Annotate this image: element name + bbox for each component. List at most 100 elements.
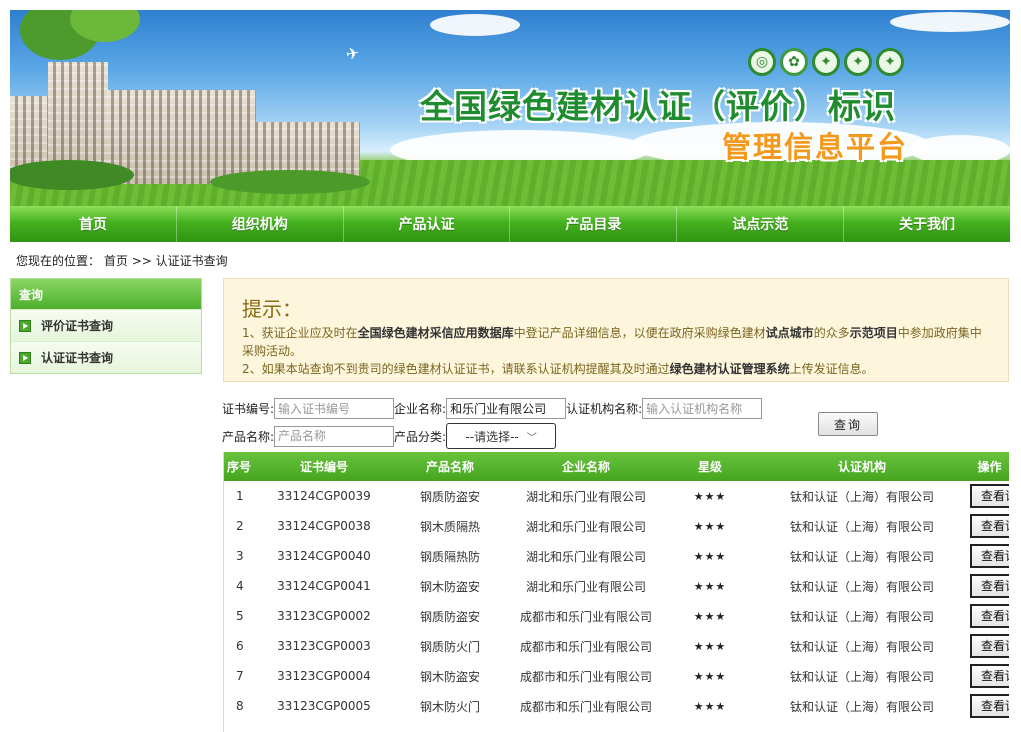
cell-org: 钛和认证（上海）有限公司 bbox=[789, 489, 934, 504]
main-nav: 首页 组织机构 产品认证 产品目录 试点示范 关于我们 bbox=[10, 206, 1010, 242]
cell-org: 钛和认证（上海）有限公司 bbox=[789, 669, 934, 684]
logo-group: ◎ ✿ ✦ ✦ ✦ bbox=[748, 48, 904, 76]
column-header-org: 认证机构 bbox=[837, 460, 886, 474]
table-header-row: 序号 证书编号 产品名称 企业名称 星级 认证机构 操作 bbox=[224, 452, 1009, 481]
cert-org-input[interactable] bbox=[642, 398, 763, 419]
search-form: 证书编号: 企业名称: 认证机构名称: 产品名称: 产品分类: --请选择-- … bbox=[222, 398, 1012, 450]
table-row: 3 33124CGP0040 钢质隔热防 湖北和乐门业有限公司 ★★★ 钛和认证… bbox=[224, 541, 1009, 571]
seal-logo-icon: ✦ bbox=[812, 48, 840, 76]
cell-company: 成都市和乐门业有限公司 bbox=[519, 609, 652, 624]
column-header-action: 操作 bbox=[977, 460, 1002, 474]
cgbmc-logo-icon: ◎ bbox=[748, 48, 776, 76]
company-label: 企业名称: bbox=[394, 402, 447, 416]
cell-company: 成都市和乐门业有限公司 bbox=[519, 669, 652, 684]
breadcrumb-separator: >> bbox=[131, 254, 152, 268]
cell-cert-no: 33123CGP0002 bbox=[277, 609, 371, 623]
cell-index: 7 bbox=[236, 669, 244, 683]
cell-index: 1 bbox=[236, 489, 244, 503]
cell-stars: ★★★ bbox=[693, 699, 727, 713]
table-row: 7 33123CGP0004 钢木防盗安 成都市和乐门业有限公司 ★★★ 钛和认… bbox=[224, 661, 1009, 691]
cell-stars: ★★★ bbox=[693, 549, 727, 563]
cell-org: 钛和认证（上海）有限公司 bbox=[789, 549, 934, 564]
cell-cert-no: 33124CGP0038 bbox=[277, 519, 371, 533]
results-table: 序号 证书编号 产品名称 企业名称 星级 认证机构 操作 1 33124CGP0… bbox=[223, 452, 1009, 732]
cell-cert-no: 33123CGP0004 bbox=[277, 669, 371, 683]
cell-index: 4 bbox=[236, 579, 244, 593]
cell-product: 钢质防火门 bbox=[419, 639, 480, 654]
seal-logo-icon: ✦ bbox=[844, 48, 872, 76]
nav-item-home[interactable]: 首页 bbox=[10, 206, 177, 242]
product-name-input[interactable] bbox=[274, 425, 395, 447]
cell-org: 钛和认证（上海）有限公司 bbox=[789, 609, 934, 624]
cell-company: 湖北和乐门业有限公司 bbox=[525, 549, 646, 564]
cell-cert-no: 33123CGP0005 bbox=[277, 699, 371, 713]
cell-index: 6 bbox=[236, 639, 244, 653]
cell-product: 钢木防盗安 bbox=[419, 669, 480, 684]
breadcrumb-current: 认证证书查询 bbox=[155, 254, 228, 268]
column-header-product: 产品名称 bbox=[425, 460, 474, 474]
nav-item-product-catalog[interactable]: 产品目录 bbox=[510, 206, 678, 242]
sidebar: 查询 评价证书查询 认证证书查询 bbox=[10, 278, 202, 374]
play-arrow-icon bbox=[19, 351, 31, 364]
table-row: 4 33124CGP0041 钢木防盗安 湖北和乐门业有限公司 ★★★ 钛和认证… bbox=[224, 571, 1009, 601]
view-details-button[interactable]: 查看详情 bbox=[970, 484, 1009, 508]
play-arrow-icon bbox=[19, 319, 31, 332]
nav-item-product-certification[interactable]: 产品认证 bbox=[344, 206, 511, 242]
cell-product: 钢木质隔热 bbox=[419, 519, 480, 534]
view-details-button[interactable]: 查看详情 bbox=[970, 514, 1009, 538]
cell-company: 湖北和乐门业有限公司 bbox=[525, 579, 646, 594]
cell-cert-no: 33124CGP0041 bbox=[277, 579, 371, 593]
search-button[interactable]: 查询 bbox=[818, 412, 878, 436]
search-row-1: 证书编号: 企业名称: 认证机构名称: bbox=[222, 398, 763, 419]
cell-cert-no: 33123CGP0003 bbox=[277, 639, 371, 653]
nav-item-organization[interactable]: 组织机构 bbox=[177, 206, 344, 242]
view-details-button[interactable]: 查看详情 bbox=[970, 574, 1009, 598]
view-details-button[interactable]: 查看详情 bbox=[970, 604, 1009, 628]
cell-product: 钢木防盗安 bbox=[419, 579, 480, 594]
cell-stars: ★★★ bbox=[693, 489, 727, 503]
column-header-company: 企业名称 bbox=[561, 460, 610, 474]
cell-cert-no: 33124CGP0040 bbox=[277, 549, 371, 563]
view-details-button[interactable]: 查看详情 bbox=[970, 664, 1009, 688]
cell-index: 8 bbox=[236, 699, 244, 713]
sidebar-item-evaluation-query[interactable]: 评价证书查询 bbox=[11, 309, 201, 341]
nav-item-about-us[interactable]: 关于我们 bbox=[844, 206, 1010, 242]
table-row: 5 33123CGP0002 钢质防盗安 成都市和乐门业有限公司 ★★★ 钛和认… bbox=[224, 601, 1009, 631]
sidebar-item-certification-query[interactable]: 认证证书查询 bbox=[11, 341, 201, 373]
view-details-button[interactable]: 查看详情 bbox=[970, 694, 1009, 718]
cell-org: 钛和认证（上海）有限公司 bbox=[789, 519, 934, 534]
cell-stars: ★★★ bbox=[693, 519, 727, 533]
site-title: 全国绿色建材认证（评价）标识 bbox=[420, 87, 896, 126]
cert-no-input[interactable] bbox=[274, 398, 395, 419]
category-selected-value: --请选择-- bbox=[465, 429, 519, 444]
star-logo-icon: ✿ bbox=[780, 48, 808, 76]
cell-org: 钛和认证（上海）有限公司 bbox=[789, 699, 934, 714]
nav-item-pilot-demo[interactable]: 试点示范 bbox=[677, 206, 845, 242]
cell-company: 湖北和乐门业有限公司 bbox=[525, 519, 646, 534]
company-input[interactable] bbox=[446, 398, 567, 419]
cell-company: 成都市和乐门业有限公司 bbox=[519, 639, 652, 654]
category-select[interactable]: --请选择-- ﹀ bbox=[446, 423, 557, 449]
header-banner: ✈ ◎ ✿ ✦ ✦ ✦ 全国绿色建材认证（评价）标识 管理信息平台 bbox=[10, 10, 1010, 206]
table-row: 8 33123CGP0005 钢木防火门 成都市和乐门业有限公司 ★★★ 钛和认… bbox=[224, 691, 1009, 721]
breadcrumb-home-link[interactable]: 首页 bbox=[104, 254, 128, 268]
shrub bbox=[10, 160, 134, 190]
notice-panel: 提示： 1、获证企业应及时在全国绿色建材采信应用数据库中登记产品详细信息，以便在… bbox=[223, 278, 1009, 382]
breadcrumb-prefix: 您现在的位置： bbox=[16, 254, 101, 268]
cell-index: 5 bbox=[236, 609, 244, 623]
cell-stars: ★★★ bbox=[693, 669, 727, 683]
column-header-stars: 星级 bbox=[697, 460, 722, 474]
view-details-button[interactable]: 查看详情 bbox=[970, 544, 1009, 568]
cell-index: 3 bbox=[236, 549, 244, 563]
cloud-decoration bbox=[430, 14, 520, 36]
sidebar-item-label: 认证证书查询 bbox=[41, 351, 114, 365]
product-name-label: 产品名称: bbox=[222, 429, 275, 444]
shrub bbox=[210, 170, 370, 194]
cert-org-label: 认证机构名称: bbox=[566, 402, 643, 416]
notice-line-1: 1、获证企业应及时在全国绿色建材采信应用数据库中登记产品详细信息，以便在政府采购… bbox=[242, 326, 982, 358]
search-row-2: 产品名称: 产品分类: --请选择-- ﹀ bbox=[222, 423, 557, 449]
view-details-button[interactable]: 查看详情 bbox=[970, 634, 1009, 658]
cell-company: 湖北和乐门业有限公司 bbox=[525, 489, 646, 504]
cell-stars: ★★★ bbox=[693, 579, 727, 593]
airplane-icon: ✈ bbox=[344, 42, 361, 65]
